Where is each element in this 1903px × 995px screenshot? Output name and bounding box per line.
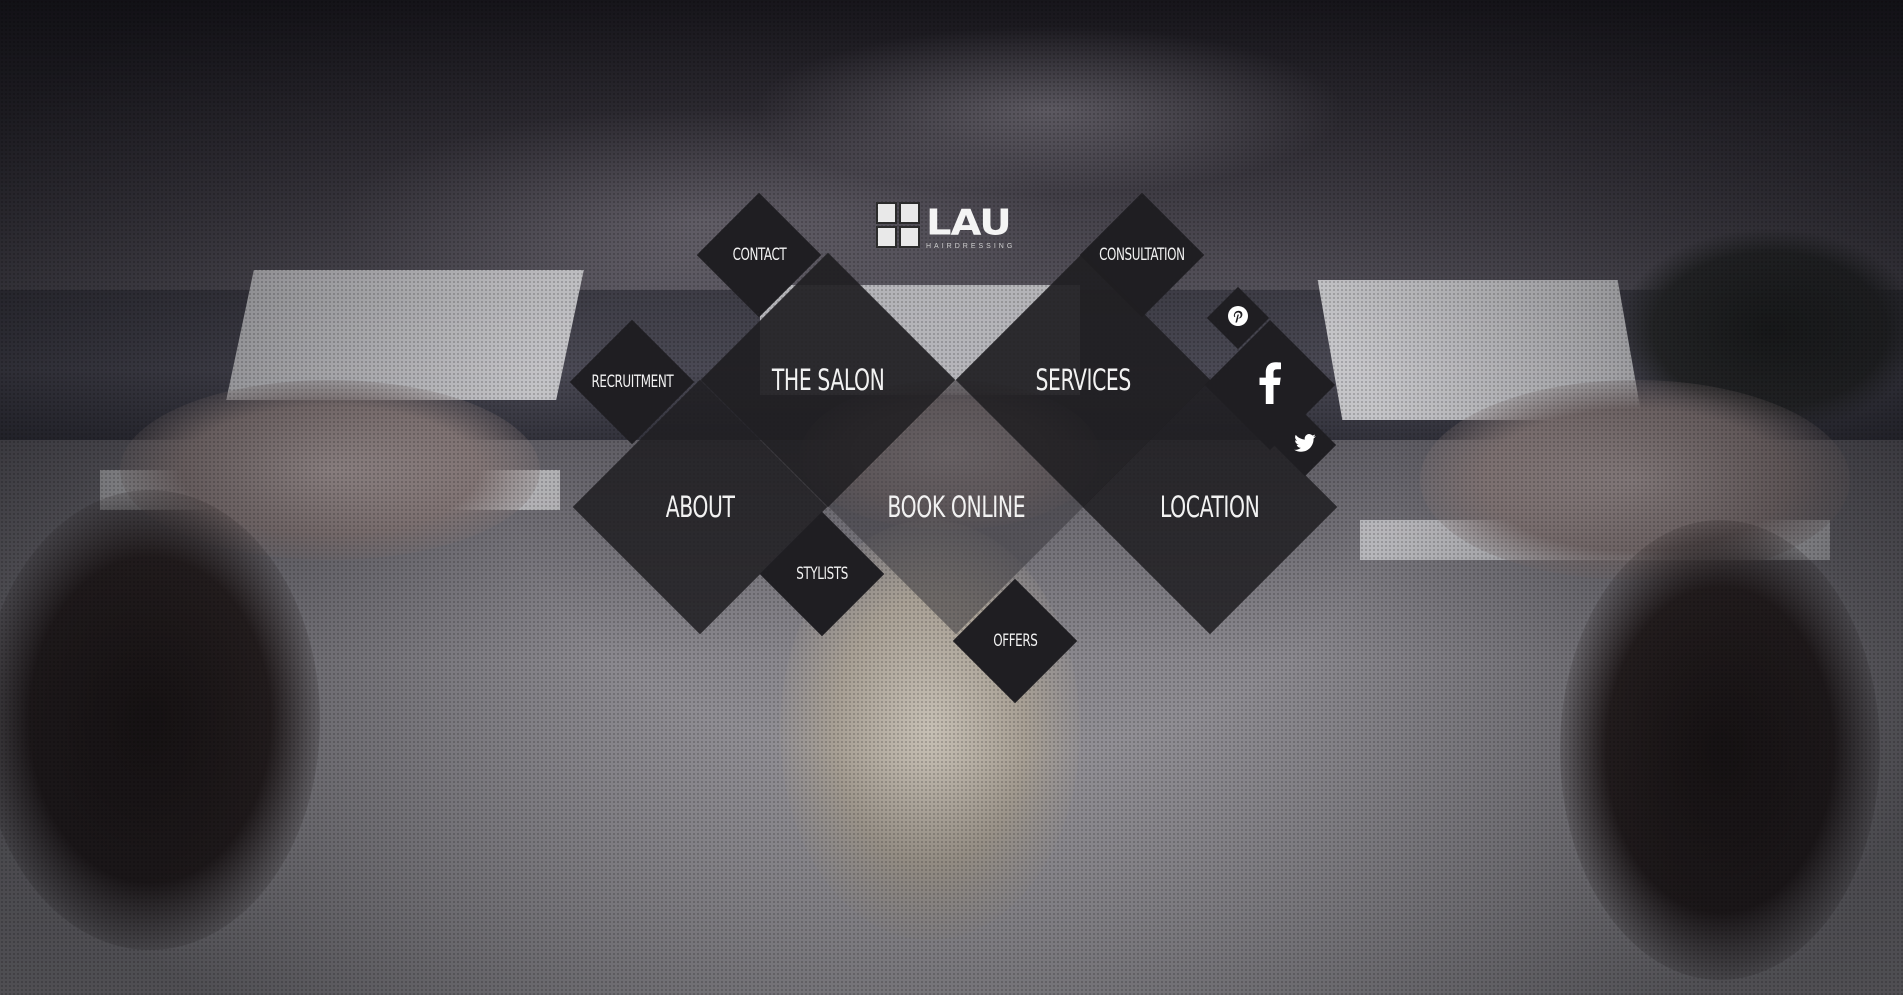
facebook-icon	[1258, 361, 1282, 409]
menu-offers-label: OFFERS	[992, 631, 1038, 651]
twitter-icon	[1294, 433, 1316, 457]
social-twitter[interactable]	[1274, 414, 1336, 476]
brand-logo[interactable]: LAU HAIRDRESSING	[876, 200, 1032, 250]
menu-about-label: ABOUT	[665, 490, 735, 524]
menu-stylists[interactable]: STYLISTS	[760, 512, 884, 636]
menu-offers[interactable]: OFFERS	[953, 579, 1077, 703]
page: LAU HAIRDRESSING CONTACT CONSULTATION RE…	[0, 0, 1903, 995]
logo-seal-icon	[876, 202, 920, 248]
menu-book-online-label: BOOK ONLINE	[887, 490, 1025, 524]
brand-name: LAU	[926, 201, 1012, 244]
menu-stylists-label: STYLISTS	[796, 564, 848, 584]
menu-location-label: LOCATION	[1160, 490, 1260, 524]
